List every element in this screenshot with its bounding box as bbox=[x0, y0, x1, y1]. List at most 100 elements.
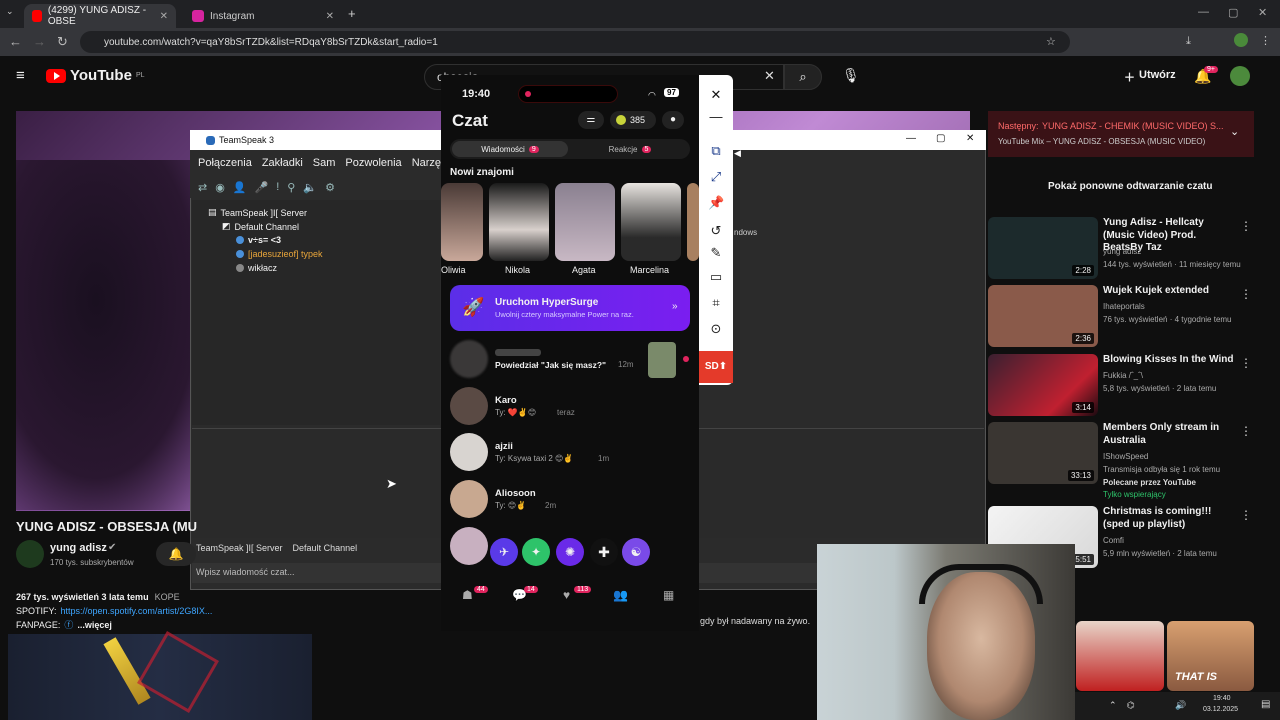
tab-channel-chat[interactable]: Default Channel bbox=[293, 543, 358, 553]
user-icon[interactable]: 👤 bbox=[233, 181, 247, 194]
boost-rocket-icon[interactable]: ✈ bbox=[490, 538, 518, 566]
recommended-video[interactable]: 3:14 Blowing Kisses In the Wind Fukkia /… bbox=[988, 354, 1258, 418]
tree-server[interactable]: ▤ TeamSpeak ]I[ Server bbox=[208, 207, 307, 218]
friend-photo[interactable] bbox=[489, 183, 549, 261]
more-options-icon[interactable]: ⋮ bbox=[1240, 219, 1252, 233]
replay-chat-button[interactable]: Pokaż ponowne odtwarzanie czatu bbox=[1048, 181, 1212, 192]
create-button[interactable]: ＋ Utwórz bbox=[1124, 69, 1176, 85]
mute-icon[interactable]: 🎤 bbox=[255, 181, 269, 194]
chevron-down-icon[interactable]: ⌄ bbox=[1230, 125, 1239, 138]
taskbar-date[interactable]: 03.12.2025 bbox=[1203, 706, 1238, 713]
fullscreen-icon[interactable]: ⤢ bbox=[708, 169, 724, 185]
tab-reactions[interactable]: Reakcje 5 bbox=[572, 141, 688, 157]
recommended-video[interactable]: 2:36 Wujek Kujek extended Ihateportals 7… bbox=[988, 285, 1258, 349]
profile-icon[interactable]: ● bbox=[662, 111, 684, 129]
close-window-icon[interactable]: ✕ bbox=[1258, 6, 1267, 19]
video-thumbnail[interactable]: THAT IS bbox=[1167, 621, 1254, 691]
profile-avatar[interactable] bbox=[1234, 33, 1248, 47]
record-icon[interactable]: ⊙ bbox=[708, 321, 724, 337]
network-icon[interactable]: ⌬ bbox=[1127, 700, 1135, 711]
up-next-banner[interactable]: Następny: YUNG ADISZ - CHEMIK (MUSIC VID… bbox=[988, 111, 1254, 157]
channel-avatar[interactable] bbox=[16, 540, 44, 568]
coins-badge[interactable]: 385 bbox=[610, 111, 656, 129]
friend-photo[interactable] bbox=[687, 183, 699, 261]
alert-icon[interactable]: ! bbox=[276, 181, 279, 193]
hypersurge-promo[interactable]: 🚀 Uruchom HyperSurge Uwolnij cztery maks… bbox=[450, 285, 690, 331]
nav-likes-icon[interactable]: ☗ bbox=[462, 588, 473, 602]
friend-photo[interactable] bbox=[555, 183, 615, 261]
more-options-icon[interactable]: ⋮ bbox=[1240, 424, 1252, 438]
channel-name[interactable]: yung adisz bbox=[50, 542, 107, 554]
connect-icon[interactable]: ⇄ bbox=[198, 181, 207, 194]
sidebar-icon[interactable]: ▭ bbox=[708, 269, 724, 285]
more-options-icon[interactable]: ⋮ bbox=[1240, 508, 1252, 522]
bookmark-star-icon[interactable]: ☆ bbox=[1046, 35, 1056, 48]
youtube-logo[interactable]: YouTube PL bbox=[46, 67, 145, 84]
maximize-icon[interactable]: ▢ bbox=[1228, 6, 1238, 19]
tab-server-chat[interactable]: TeamSpeak ]I[ Server bbox=[196, 543, 283, 553]
nav-hearts-icon[interactable]: ♥ bbox=[563, 588, 570, 602]
tray-chevron-icon[interactable]: ⌃ bbox=[1109, 700, 1117, 711]
spotify-link[interactable]: https://open.spotify.com/artist/2G8IX... bbox=[61, 604, 213, 618]
sd-quality-button[interactable]: SD⬆ bbox=[699, 351, 733, 383]
minimize-icon[interactable]: — bbox=[1198, 6, 1209, 18]
taskbar-time[interactable]: 19:40 bbox=[1213, 695, 1231, 702]
subscribe-bell-button[interactable]: 🔔 bbox=[156, 542, 196, 566]
close-icon[interactable]: ✕ bbox=[708, 87, 724, 103]
avatar[interactable] bbox=[450, 527, 488, 565]
recommended-video[interactable]: 33:13 Members Only stream in Australia I… bbox=[988, 422, 1258, 502]
friend-photo[interactable] bbox=[441, 183, 483, 261]
menu-item-bookmarks[interactable]: Zakładki bbox=[262, 157, 303, 169]
minimize-icon[interactable]: — bbox=[906, 133, 916, 144]
tab-youtube[interactable]: (4299) YUNG ADISZ - OBSE ✕ bbox=[24, 4, 176, 28]
boost-plus-icon[interactable]: ✚ bbox=[590, 538, 618, 566]
volume-icon[interactable]: 🔊 bbox=[1175, 700, 1186, 711]
url-field[interactable]: youtube.com/watch?v=qaY8bSrTZDk&list=RDq… bbox=[80, 31, 1070, 53]
boost-brain-icon[interactable]: ☯ bbox=[622, 538, 650, 566]
menu-item-connections[interactable]: Połączenia bbox=[198, 157, 252, 169]
menu-dots-icon[interactable]: ⋮ bbox=[1260, 34, 1271, 47]
clear-search-icon[interactable]: ✕ bbox=[764, 68, 775, 84]
filter-icon[interactable]: ⚌ bbox=[578, 111, 604, 129]
back-icon[interactable]: ← bbox=[9, 34, 22, 49]
chat-list-item[interactable]: Aliosoon Ty: 😊✌️ 2m bbox=[450, 480, 690, 524]
tree-user[interactable]: [jadesuzieof] typek bbox=[236, 249, 323, 259]
close-icon[interactable]: ✕ bbox=[966, 133, 974, 144]
crop-icon[interactable]: ⌗ bbox=[708, 295, 724, 311]
tab-messages[interactable]: Wiadomości 9 bbox=[452, 141, 568, 157]
microphone-icon[interactable]: 🎙 bbox=[842, 67, 860, 84]
recommended-video[interactable]: 2:28 Yung Adisz - Hellcaty (Music Video)… bbox=[988, 217, 1258, 281]
forward-icon[interactable]: → bbox=[33, 34, 46, 49]
tree-user[interactable]: wikłacz bbox=[236, 263, 277, 273]
video-description[interactable]: 267 tys. wyświetleń 3 lata temu KOPE SPO… bbox=[16, 590, 316, 632]
nav-grid-icon[interactable]: ▦ bbox=[663, 588, 674, 602]
more-options-icon[interactable]: ⋮ bbox=[1240, 287, 1252, 301]
rotate-icon[interactable]: ↺ bbox=[708, 223, 724, 239]
close-icon[interactable]: ✕ bbox=[326, 11, 334, 22]
account-avatar[interactable] bbox=[1230, 66, 1250, 86]
friend-photo[interactable] bbox=[621, 183, 681, 261]
menu-item-permissions[interactable]: Pozwolenia bbox=[345, 157, 401, 169]
speaker-icon[interactable]: 🔈 bbox=[303, 181, 317, 194]
close-icon[interactable]: ✕ bbox=[160, 11, 168, 22]
collapse-chevron-icon[interactable]: ◀ bbox=[734, 148, 741, 159]
show-more-link[interactable]: ...więcej bbox=[77, 618, 112, 632]
away-icon[interactable]: ◉ bbox=[215, 181, 225, 194]
minimize-icon[interactable]: — bbox=[708, 109, 724, 125]
menu-item-self[interactable]: Sam bbox=[313, 157, 336, 169]
tab-search-icon[interactable]: ⌄ bbox=[6, 6, 14, 17]
subscribe-icon[interactable]: ⚲ bbox=[287, 181, 295, 194]
pen-icon[interactable]: ✎ bbox=[708, 245, 724, 261]
download-icon[interactable]: ⤓ bbox=[1186, 35, 1191, 48]
new-tab-button[interactable]: + bbox=[348, 6, 356, 21]
maximize-icon[interactable]: ▢ bbox=[936, 133, 945, 144]
reload-icon[interactable]: ↻ bbox=[57, 34, 68, 50]
video-thumbnail[interactable] bbox=[1076, 621, 1164, 691]
screenshot-icon[interactable]: ⧉ bbox=[708, 143, 724, 159]
chat-list-item[interactable]: Karo Ty: ❤️✌️😊 teraz bbox=[450, 387, 690, 431]
hamburger-menu-icon[interactable]: ≡ bbox=[16, 67, 25, 84]
settings-icon[interactable]: ⚙ bbox=[325, 181, 335, 194]
nav-friends-icon[interactable]: 👥 bbox=[613, 588, 628, 602]
boost-galaxy-icon[interactable]: ✺ bbox=[556, 538, 584, 566]
notification-center-icon[interactable]: ▤ bbox=[1261, 699, 1270, 710]
